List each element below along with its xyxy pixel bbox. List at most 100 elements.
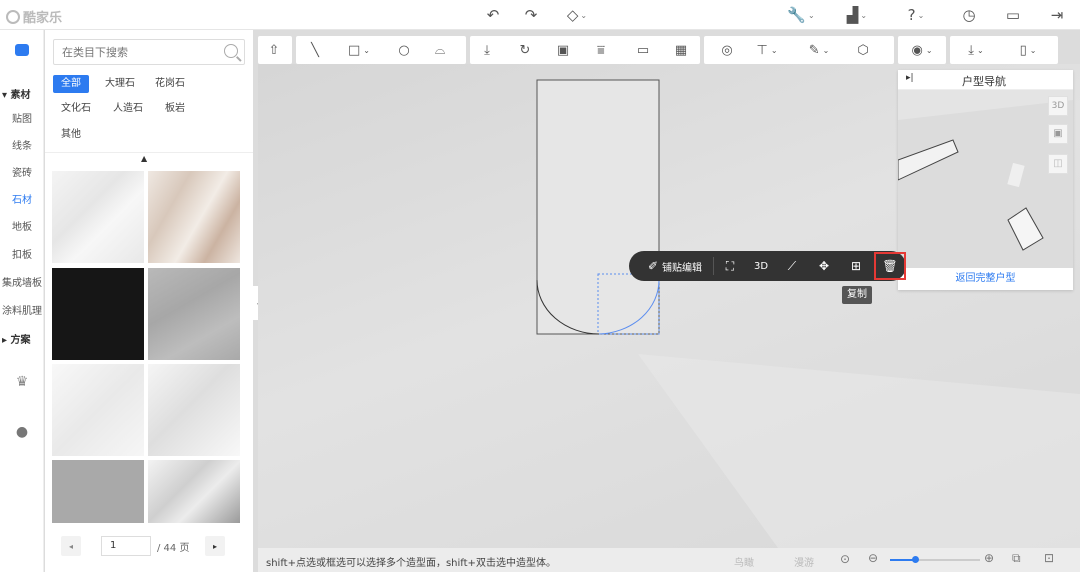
tile-edit-icon: ✐ <box>647 259 659 273</box>
circle-icon[interactable]: ○ <box>395 41 413 59</box>
eye-icon[interactable]: ◉ ⌄ <box>906 41 938 59</box>
file-icon[interactable]: ▭ <box>1002 4 1024 26</box>
screenshot-icon[interactable]: ⊙ <box>840 552 850 566</box>
undo-icon[interactable]: ↶ <box>482 4 504 26</box>
tool-strip: ⇧ ╲ □ ⌄ ○ ⌓ ⤓ ↻ ▣ ⩸ ▭ ▦ ◎ ⊤ ⌄ ✎ ⌄ ⬡ ◉ ⌄ ⤓ ⌄ ▯… <box>258 36 1058 64</box>
top-bar: 酷家乐 ↶ ↷ ◇ ⌄ 🔧 ⌄ ▟ ⌄ ? ⌄ ◷ ▭ ⇥ <box>0 0 1080 30</box>
view-3d-button[interactable]: 3D <box>749 257 773 275</box>
rail-item-tile[interactable]: 瓷砖 <box>0 164 44 179</box>
fillet-icon[interactable]: ⟋ <box>781 257 803 275</box>
history-icon[interactable]: ◷ <box>958 4 980 26</box>
swatch-black-stone[interactable] <box>52 268 144 360</box>
chip-granite[interactable]: 花岗石 <box>147 75 193 93</box>
align-icon[interactable]: ⩸ <box>592 41 610 59</box>
rail-group-plan[interactable]: ▸ 方案 <box>0 331 44 346</box>
prev-page-button[interactable]: ◂ <box>61 536 81 556</box>
offset-icon[interactable]: ▣ <box>554 41 572 59</box>
nav-preview[interactable] <box>898 90 1073 268</box>
paint-brush-icon[interactable]: ✎ ⌄ <box>804 41 834 59</box>
wrench-icon[interactable]: 🔧 ⌄ <box>786 4 816 26</box>
swatch-grey-marble[interactable] <box>148 268 240 360</box>
chip-artificial-stone[interactable]: 人造石 <box>105 100 151 118</box>
nav-3d-button[interactable]: 3D <box>1048 96 1068 116</box>
eraser-icon[interactable]: ◇ ⌄ <box>560 4 594 26</box>
swatch-white-marble-2[interactable] <box>52 364 144 456</box>
material-library-icon[interactable] <box>0 44 44 59</box>
help-icon[interactable]: ? ⌄ <box>900 4 932 26</box>
swatch-white-marble-1[interactable] <box>52 171 144 263</box>
zoom-out-icon[interactable]: ⊖ <box>868 551 878 565</box>
rail-group-material[interactable]: ▾ 素材 <box>0 86 44 101</box>
tool-group-visibility: ◉ ⌄ <box>898 36 946 64</box>
floorplan-navigator: ▸| 户型导航 3D ▣ ◫ 返回完整户型 <box>898 70 1073 290</box>
push-pull-icon[interactable]: ⤓ <box>478 41 496 59</box>
chip-slate[interactable]: 板岩 <box>157 100 193 118</box>
pagination: ◂ 1 / 44 页 ▸ <box>45 536 253 560</box>
chip-culture-stone[interactable]: 文化石 <box>53 100 99 118</box>
rail-item-floor[interactable]: 地板 <box>0 218 44 233</box>
swatch-white-marble-3[interactable] <box>148 364 240 456</box>
mode-walkthrough[interactable]: 漫游 <box>794 554 814 569</box>
logo-icon <box>6 9 20 24</box>
mode-birdseye[interactable]: 鸟瞰 <box>734 554 754 569</box>
chip-other[interactable]: 其他 <box>53 126 89 144</box>
copy-icon[interactable]: ⊞ <box>845 257 867 275</box>
swatch-beige-marble[interactable] <box>148 171 240 263</box>
transform-icon[interactable]: ⛶ <box>719 257 741 275</box>
save-icon[interactable]: ▟ ⌄ <box>842 4 872 26</box>
rail-item-panel[interactable]: 扣板 <box>0 246 44 261</box>
nav-header: ▸| 户型导航 <box>898 70 1073 90</box>
swatch-grey-concrete[interactable] <box>52 460 144 523</box>
tile-edit-button[interactable]: ✐ 铺贴编辑 <box>639 257 711 275</box>
rail-item-wallboard[interactable]: 集成墙板 <box>0 274 44 289</box>
swatch-white-black-veined[interactable] <box>148 460 240 523</box>
cube-icon[interactable]: ⬡ <box>854 41 872 59</box>
nav-title: 户型导航 <box>962 75 1006 88</box>
divider <box>713 257 714 275</box>
line-icon[interactable]: ╲ <box>306 41 324 59</box>
collapse-up-icon[interactable]: ▲ <box>141 154 147 163</box>
next-page-button[interactable]: ▸ <box>205 536 225 556</box>
upload-icon[interactable]: ⇧ <box>265 41 283 59</box>
exit-icon[interactable]: ⇥ <box>1046 4 1068 26</box>
rail-item-texture[interactable]: 贴图 <box>0 110 44 125</box>
fullscreen-icon[interactable]: ⊡ <box>1044 551 1054 565</box>
chip-all[interactable]: 全部 <box>53 75 89 93</box>
zoom-slider[interactable] <box>890 556 980 563</box>
nav-collapse-icon[interactable]: ▸| <box>906 73 914 83</box>
status-bar: shift+点选或框选可以选择多个造型面，shift+双击选中造型体。 鸟瞰 漫… <box>258 548 1080 572</box>
arc-icon[interactable]: ⌓ <box>431 41 449 59</box>
zoom-in-icon[interactable]: ⊕ <box>984 551 994 565</box>
search-input[interactable] <box>62 45 212 59</box>
rail-item-paint[interactable]: 涂料肌理 <box>0 302 44 317</box>
rotate-extrude-icon[interactable]: ↻ <box>516 41 534 59</box>
search-field[interactable] <box>53 39 245 65</box>
return-full-plan-link[interactable]: 返回完整户型 <box>898 268 1073 290</box>
wall-panel-icon[interactable]: ▭ <box>634 41 652 59</box>
user-icon[interactable]: ● <box>0 424 44 440</box>
search-icon[interactable] <box>224 44 238 58</box>
status-hint: shift+点选或框选可以选择多个造型面，shift+双击选中造型体。 <box>266 558 556 569</box>
dimension-icon[interactable]: ⊤ ⌄ <box>752 41 782 59</box>
camera-icon[interactable]: ◎ <box>718 41 736 59</box>
chip-marble[interactable]: 大理石 <box>97 75 143 93</box>
delete-button[interactable]: 🗑 <box>874 252 906 280</box>
crown-icon[interactable]: ♛ <box>0 374 44 390</box>
rectangle-icon[interactable]: □ ⌄ <box>344 41 374 59</box>
app-logo[interactable]: 酷家乐 <box>6 7 62 26</box>
rail-item-stone[interactable]: 石材 <box>0 191 44 206</box>
move-icon[interactable]: ✥ <box>813 257 835 275</box>
page-input[interactable]: 1 <box>101 536 151 556</box>
page-total: / 44 页 <box>157 543 190 554</box>
nav-image-icon[interactable]: ◫ <box>1048 154 1068 174</box>
tool-group-draw: ╲ □ ⌄ ○ ⌓ <box>296 36 466 64</box>
redo-icon[interactable]: ↷ <box>520 4 542 26</box>
rail-item-moulding[interactable]: 线条 <box>0 137 44 152</box>
nav-plan-icon[interactable]: ▣ <box>1048 124 1068 144</box>
download-icon[interactable]: ⤓ ⌄ <box>960 41 992 59</box>
fit-view-icon[interactable]: ⧉ <box>1012 551 1021 566</box>
material-panel: 全部 大理石 花岗石 文化石 人造石 板岩 其他 ▲ ◂ 1 / 44 页 ▸ <box>45 30 253 572</box>
map-icon[interactable]: ▯ ⌄ <box>1012 41 1044 59</box>
selection-toolbar: ✐ 铺贴编辑 ⛶ 3D ⟋ ✥ ⊞ 🗑 <box>629 251 906 281</box>
frame-icon[interactable]: ▦ <box>672 41 690 59</box>
